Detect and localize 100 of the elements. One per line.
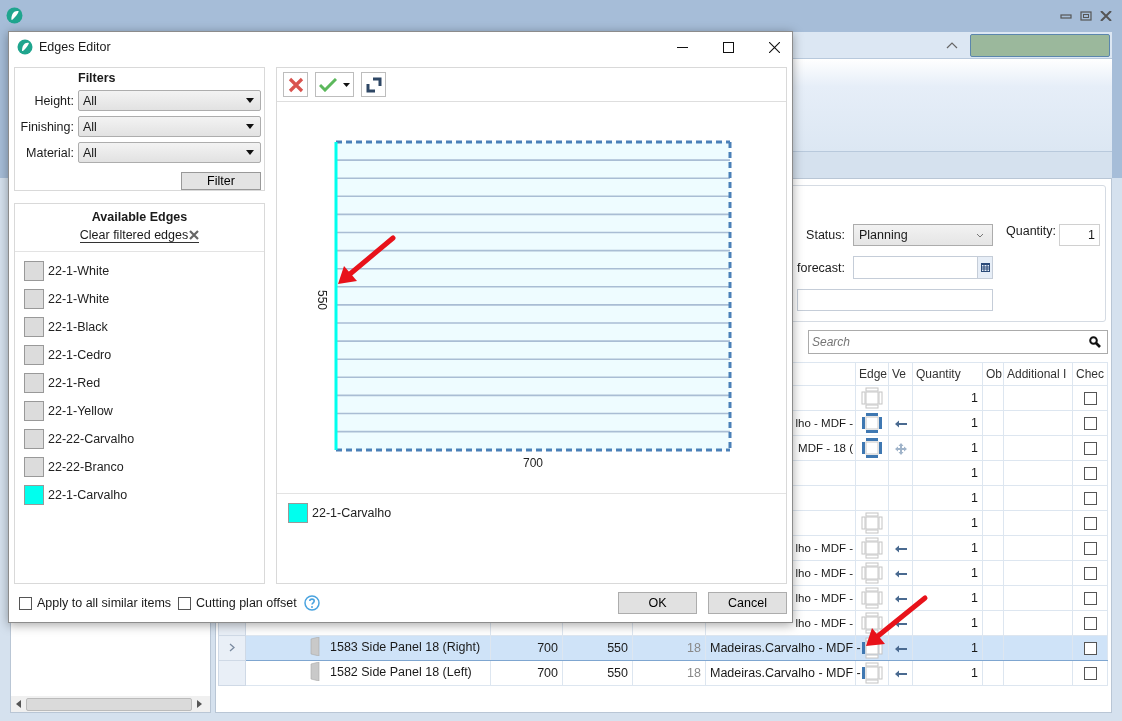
- dimension-label: 550: [315, 290, 329, 310]
- checkbox[interactable]: [1083, 392, 1097, 406]
- edge-name[interactable]: 22-1-Carvalho: [48, 488, 128, 502]
- app-logo-icon: [17, 39, 33, 55]
- filter-dropdown[interactable]: All: [78, 90, 261, 111]
- table-cell: 1: [971, 441, 978, 455]
- search-icon[interactable]: [1089, 336, 1101, 348]
- table-cell: 1: [971, 491, 978, 505]
- dialog-button[interactable]: Cancel: [708, 592, 787, 614]
- quantity-field[interactable]: 1: [1059, 224, 1100, 246]
- column-header[interactable]: Ob: [982, 362, 1004, 386]
- arrow-left-icon: [894, 669, 907, 678]
- text-field[interactable]: [797, 289, 993, 311]
- filter-button[interactable]: Filter: [181, 172, 261, 190]
- edge-sides-icon[interactable]: [861, 662, 883, 684]
- arrow-left-icon: [894, 569, 907, 578]
- dropdown-arrow-icon: [343, 82, 350, 87]
- status-dropdown[interactable]: Planning: [853, 224, 993, 246]
- checkbox[interactable]: [1083, 542, 1097, 556]
- table-cell: MDF - 18 (: [798, 442, 853, 454]
- dropdown-arrow-icon: [246, 124, 254, 129]
- column-header[interactable]: Ve: [888, 362, 913, 386]
- checkbox[interactable]: [1083, 592, 1097, 606]
- color-swatch[interactable]: [24, 289, 44, 309]
- table-cell: 1: [971, 666, 978, 680]
- table-cell: 700: [537, 666, 558, 680]
- arrow-left-icon: [894, 544, 907, 553]
- field-label: Finishing:: [19, 119, 74, 134]
- table-cell: 1: [971, 566, 978, 580]
- checkbox[interactable]: [1083, 567, 1097, 581]
- dialog-title: Edges Editor: [39, 40, 111, 54]
- checkbox[interactable]: [1083, 467, 1097, 481]
- checkbox[interactable]: [1083, 642, 1097, 656]
- checkbox-label[interactable]: Apply to all similar items: [37, 596, 172, 610]
- arrow-left-icon: [894, 594, 907, 603]
- calendar-icon[interactable]: [980, 263, 990, 272]
- close-icon: [287, 76, 304, 93]
- filter-dropdown[interactable]: All: [78, 142, 261, 163]
- edge-name[interactable]: 22-1-White: [48, 292, 110, 306]
- color-swatch[interactable]: [24, 429, 44, 449]
- column-header[interactable]: Chec: [1072, 362, 1108, 386]
- column-header[interactable]: Additional I: [1003, 362, 1073, 386]
- color-swatch[interactable]: [24, 401, 44, 421]
- help-icon[interactable]: [303, 595, 320, 611]
- part-name: 1582 Side Panel 18 (Left): [330, 664, 472, 679]
- section-title: Filters: [77, 71, 117, 85]
- column-header[interactable]: Quantity: [912, 362, 983, 386]
- edge-sides-icon[interactable]: [861, 612, 883, 634]
- edge-sides-icon[interactable]: [861, 412, 883, 434]
- edge-name[interactable]: 22-1-Yellow: [48, 404, 113, 418]
- field-label: Status:: [805, 228, 846, 242]
- color-swatch[interactable]: [24, 485, 44, 505]
- app-logo-icon: [6, 7, 23, 24]
- color-swatch[interactable]: [24, 317, 44, 337]
- pointer-arrow: [866, 595, 928, 646]
- horizontal-scrollbar[interactable]: [11, 696, 210, 712]
- edge-sides-icon[interactable]: [861, 437, 883, 459]
- edge-name[interactable]: 22-1-Black: [48, 320, 108, 334]
- chevron-down-icon: [976, 232, 984, 238]
- checkbox-label[interactable]: Cutting plan offset: [196, 596, 297, 610]
- color-swatch[interactable]: [24, 457, 44, 477]
- checkbox[interactable]: [1083, 667, 1097, 681]
- table-cell: 1: [971, 391, 978, 405]
- edge-name[interactable]: 22-1-Cedro: [48, 348, 112, 362]
- color-swatch[interactable]: [24, 373, 44, 393]
- close-icon[interactable]: [769, 41, 780, 53]
- checkbox[interactable]: [1083, 417, 1097, 431]
- field-label: Height:: [33, 93, 74, 108]
- edge-name[interactable]: 22-1-Red: [48, 376, 101, 390]
- checkbox[interactable]: [1083, 617, 1097, 631]
- table-cell: 550: [607, 666, 628, 680]
- selected-row[interactable]: 1583 Side Panel 18 (Right) 700 550 18 Madeiras.Carvalho - MDF - 1: [218, 635, 1108, 661]
- apply-dropdown-button[interactable]: [315, 72, 354, 97]
- resize-button[interactable]: [361, 72, 386, 97]
- edge-name[interactable]: 22-22-Carvalho: [48, 432, 135, 446]
- checkbox[interactable]: [1083, 492, 1097, 506]
- maximize-icon[interactable]: [723, 41, 734, 53]
- filter-dropdown[interactable]: All: [78, 116, 261, 137]
- date-field[interactable]: [853, 256, 993, 279]
- table-cell: 700: [537, 641, 558, 655]
- arrow-left-icon: [894, 644, 907, 653]
- clear-filter-link[interactable]: Clear filtered edges: [79, 228, 189, 242]
- dialog-button[interactable]: OK: [618, 592, 697, 614]
- scroll-right-icon[interactable]: [197, 700, 202, 708]
- scroll-left-icon[interactable]: [16, 700, 21, 708]
- edge-name[interactable]: 22-1-White: [48, 264, 110, 278]
- checkbox[interactable]: [1083, 517, 1097, 531]
- checkbox[interactable]: [178, 596, 192, 610]
- status-button[interactable]: [970, 33, 1110, 57]
- checkbox[interactable]: [19, 596, 32, 610]
- edge-name[interactable]: 22-22-Branco: [48, 460, 124, 474]
- collapse-icon[interactable]: [946, 41, 958, 49]
- table-cell: 1: [971, 516, 978, 530]
- part-name: 1583 Side Panel 18 (Right): [330, 639, 481, 654]
- delete-button[interactable]: [283, 72, 308, 97]
- checkbox[interactable]: [1083, 442, 1097, 456]
- search-field[interactable]: Search: [808, 330, 1108, 354]
- column-header[interactable]: Edge: [855, 362, 889, 386]
- color-swatch[interactable]: [24, 345, 44, 365]
- color-swatch[interactable]: [24, 261, 44, 281]
